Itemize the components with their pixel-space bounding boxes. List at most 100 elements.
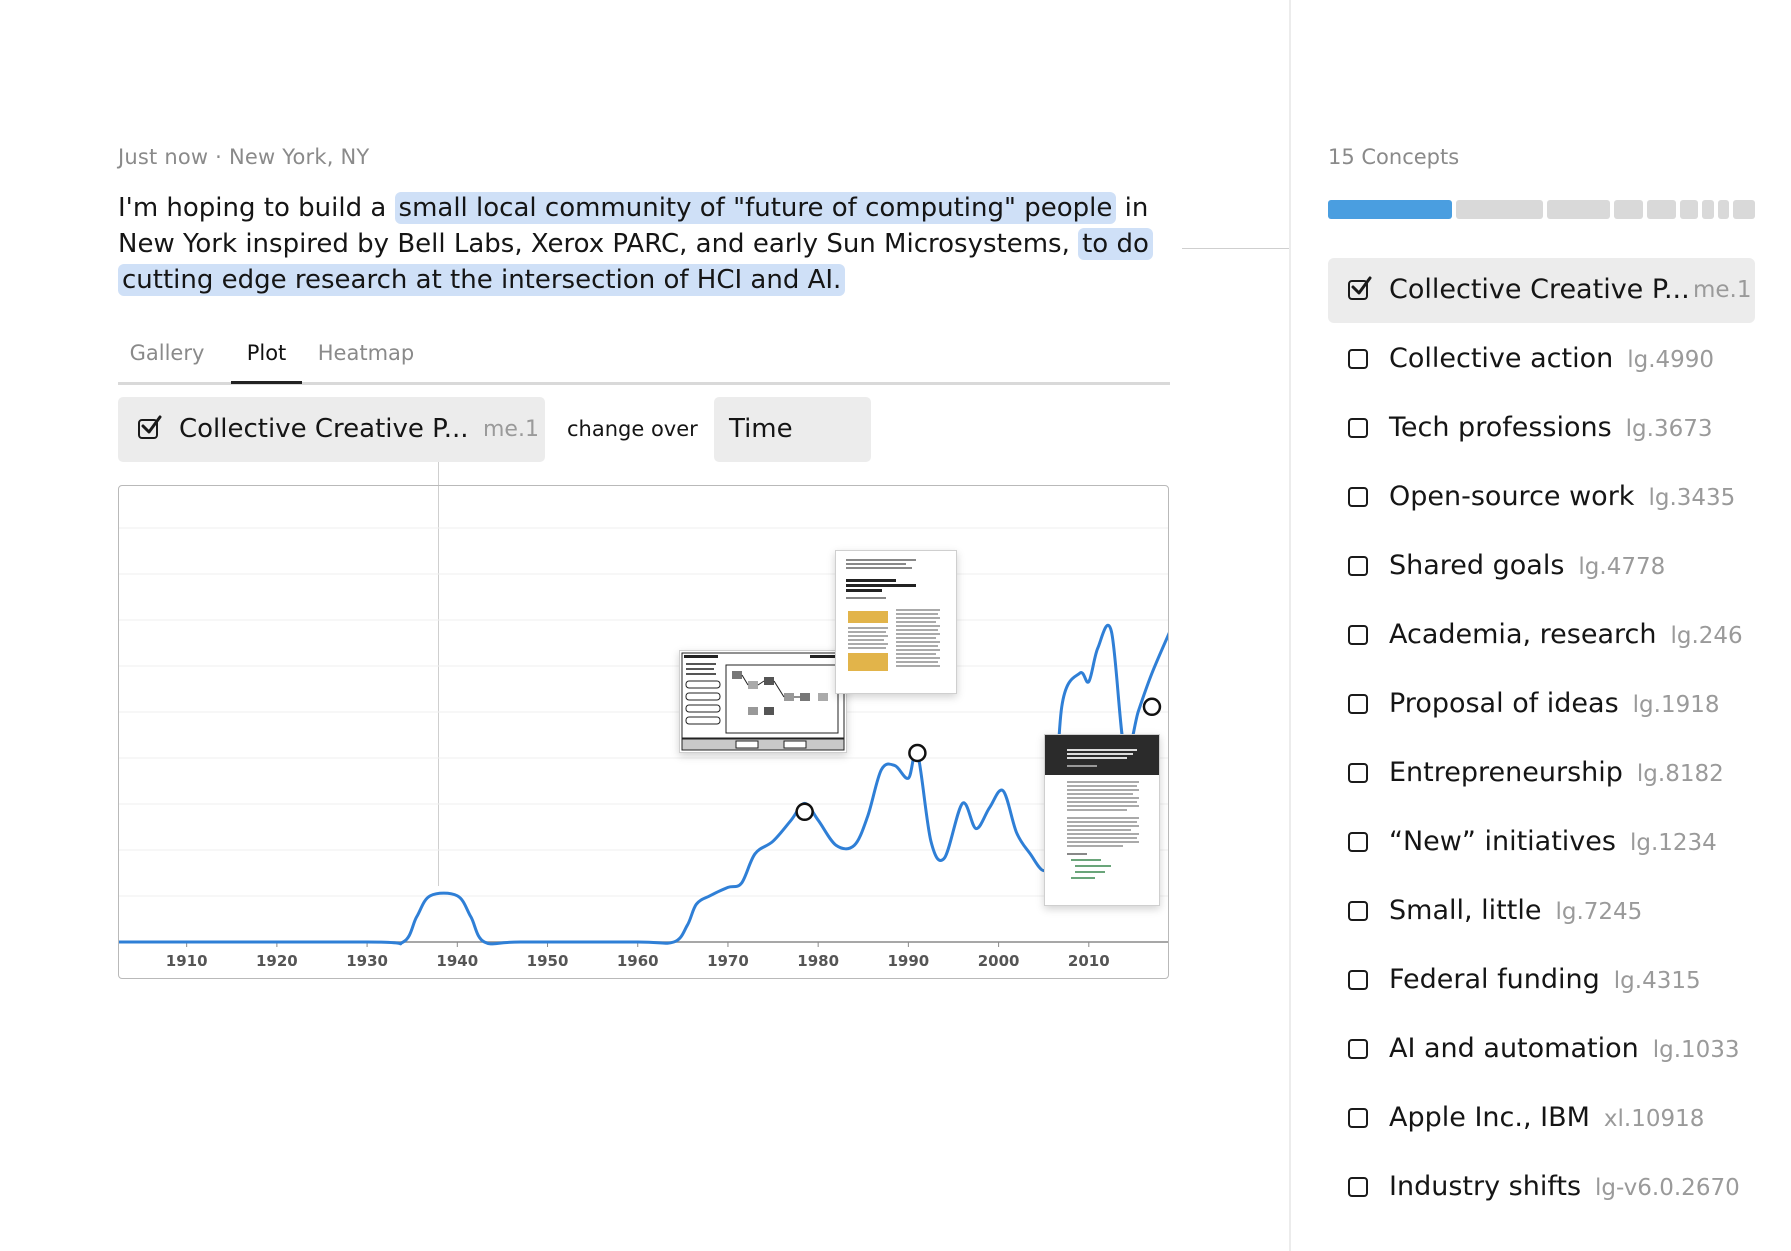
change-over-label: change over — [567, 417, 698, 441]
concept-name: Industry shifts lg-v6.0.2670 — [1389, 1171, 1740, 1202]
concept-item[interactable]: Apple Inc., IBM xl.10918 — [1328, 1086, 1755, 1151]
concept-item[interactable]: Collective Creative P... me.1 — [1328, 258, 1755, 323]
trend-chart[interactable]: 1910 1920 1930 1940 1950 1960 1970 1980 1990 2000… — [118, 485, 1169, 979]
concept-item[interactable]: “New” initiatives lg.1234 — [1328, 810, 1755, 875]
data-point-marker — [908, 743, 927, 763]
x-tick-label: 2000 — [978, 952, 1020, 970]
concept-selector-code: me.1 — [483, 417, 539, 442]
checkbox-icon[interactable] — [1348, 832, 1368, 852]
checkbox-icon[interactable] — [1348, 418, 1368, 438]
concept-code: lg.4315 — [1613, 968, 1701, 994]
concept-code: xl.10918 — [1603, 1106, 1705, 1132]
x-tick-label: 2010 — [1068, 952, 1110, 970]
concept-name: Academia, research lg.246 — [1389, 619, 1743, 650]
concept-item[interactable]: Tech professions lg.3673 — [1328, 396, 1755, 461]
time-dimension-label: Time — [729, 414, 793, 444]
x-tick-label: 1940 — [436, 952, 478, 970]
concept-code: lg.1033 — [1652, 1037, 1740, 1063]
concept-code: lg.7245 — [1555, 899, 1643, 925]
x-tick-label: 1910 — [166, 952, 208, 970]
doc-thumbnail-paper-dark-header[interactable] — [1044, 734, 1160, 906]
concept-item[interactable]: Federal funding lg.4315 — [1328, 948, 1755, 1013]
doc-thumbnail-direct-manipulation[interactable] — [835, 550, 957, 694]
concept-name: Tech professions lg.3673 — [1389, 412, 1713, 443]
concept-item[interactable]: Small, little lg.7245 — [1328, 879, 1755, 944]
meta-separator: · — [208, 145, 229, 169]
timestamp: Just now — [118, 145, 209, 169]
sidebar-divider — [1289, 0, 1291, 1251]
concept-item[interactable]: Entrepreneurship lg.8182 — [1328, 741, 1755, 806]
data-point-marker — [795, 802, 814, 822]
checkbox-icon[interactable] — [1348, 487, 1368, 507]
concept-item[interactable]: Industry shifts lg-v6.0.2670 — [1328, 1155, 1755, 1220]
checkbox-icon[interactable] — [1348, 763, 1368, 783]
concept-code: lg.3435 — [1648, 485, 1736, 511]
checkbox-icon[interactable] — [1348, 694, 1368, 714]
concept-item[interactable]: Proposal of ideas lg.1918 — [1328, 672, 1755, 737]
concept-code: lg.1918 — [1632, 692, 1720, 718]
post-meta: Just now · New York, NY — [118, 145, 369, 169]
checkbox-icon[interactable] — [1348, 625, 1368, 645]
concept-item[interactable]: AI and automation lg.1033 — [1328, 1017, 1755, 1082]
checkbox-icon[interactable] — [1348, 970, 1368, 990]
tab-plot[interactable]: Plot — [231, 335, 302, 384]
highlighted-phrase[interactable]: small local community of "future of comp… — [394, 192, 1117, 224]
concept-name: Collective Creative P... — [1389, 274, 1690, 305]
concept-weight-segment — [1456, 200, 1543, 219]
tab-gallery[interactable]: Gallery — [118, 335, 216, 380]
highlight-connector-line — [1182, 248, 1289, 249]
concept-weight-bar — [1328, 200, 1755, 219]
checkbox-icon[interactable] — [1348, 901, 1368, 921]
x-tick-label: 1960 — [617, 952, 659, 970]
concept-code: lg.1234 — [1629, 830, 1717, 856]
checkbox-icon[interactable] — [1348, 556, 1368, 576]
x-tick-label: 1980 — [797, 952, 839, 970]
paper-page-icon — [1045, 735, 1159, 879]
concept-weight-segment — [1680, 200, 1698, 219]
checkbox-checked-icon[interactable] — [138, 415, 162, 439]
checkbox-checked-icon[interactable] — [1348, 276, 1372, 300]
concept-item[interactable]: Academia, research lg.246 — [1328, 603, 1755, 668]
concept-weight-segment — [1328, 200, 1452, 219]
concept-item[interactable]: Open-source work lg.3435 — [1328, 465, 1755, 530]
concept-name: Federal funding lg.4315 — [1389, 964, 1701, 995]
concept-name: Open-source work lg.3435 — [1389, 481, 1736, 512]
tab-heatmap[interactable]: Heatmap — [311, 335, 421, 380]
x-tick-label: 1930 — [346, 952, 388, 970]
x-tick-label: 1990 — [888, 952, 930, 970]
concept-weight-segment — [1733, 200, 1755, 219]
view-tabs: Gallery Plot Heatmap — [118, 335, 1170, 385]
concept-code: lg.4990 — [1627, 347, 1715, 373]
checkbox-icon[interactable] — [1348, 1039, 1368, 1059]
concept-code: lg.246 — [1670, 623, 1743, 649]
prompt-text: I'm hoping to build a small local commun… — [118, 190, 1178, 298]
concept-name: Collective action lg.4990 — [1389, 343, 1715, 374]
concept-weight-segment — [1647, 200, 1676, 219]
concept-selector[interactable]: Collective Creative P... me.1 — [118, 397, 545, 462]
concept-code: me.1 — [1693, 277, 1752, 303]
hypercard-diagram-icon — [681, 652, 845, 751]
x-tick-label: 1950 — [527, 952, 569, 970]
data-point-marker — [1142, 697, 1162, 717]
checkbox-icon[interactable] — [1348, 1177, 1368, 1197]
concept-name: Proposal of ideas lg.1918 — [1389, 688, 1720, 719]
x-tick-label: 1970 — [707, 952, 749, 970]
x-tick-label: 1920 — [256, 952, 298, 970]
concept-name: AI and automation lg.1033 — [1389, 1033, 1740, 1064]
concept-weight-segment — [1614, 200, 1643, 219]
concept-weight-segment — [1702, 200, 1714, 219]
checkbox-icon[interactable] — [1348, 1108, 1368, 1128]
time-dimension-selector[interactable]: Time — [714, 397, 871, 462]
location: New York, NY — [228, 145, 370, 169]
checkbox-icon[interactable] — [1348, 349, 1368, 369]
concept-code: lg.3673 — [1625, 416, 1713, 442]
concept-item[interactable]: Shared goals lg.4778 — [1328, 534, 1755, 599]
concept-name: Entrepreneurship lg.8182 — [1389, 757, 1724, 788]
doc-thumbnail-hypercard[interactable] — [679, 650, 847, 753]
concept-code: lg-v6.0.2670 — [1595, 1175, 1740, 1201]
chart-canvas: 1910 1920 1930 1940 1950 1960 1970 1980 1990 2000… — [119, 527, 1168, 970]
concept-name: “New” initiatives lg.1234 — [1389, 826, 1717, 857]
concept-weight-segment — [1718, 200, 1729, 219]
concept-name: Shared goals lg.4778 — [1389, 550, 1666, 581]
concept-item[interactable]: Collective action lg.4990 — [1328, 327, 1755, 392]
